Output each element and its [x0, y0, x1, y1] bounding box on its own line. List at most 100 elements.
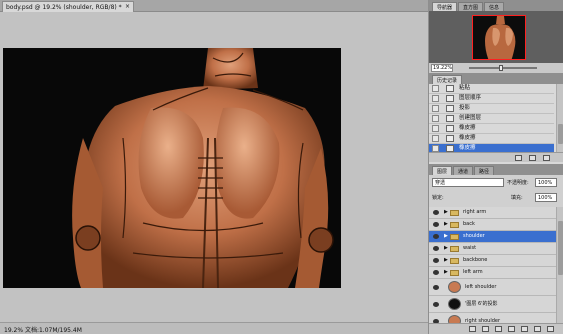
- layer-name: right arm: [463, 209, 487, 215]
- history-scrollbar[interactable]: [556, 84, 563, 156]
- fill-input[interactable]: 100%: [535, 193, 557, 202]
- tab-navigator[interactable]: 导航器: [432, 2, 458, 11]
- layers-list: ▶ right arm ▶ back ▶ shoulder ▶ waist ▶ …: [429, 207, 563, 323]
- layer-row[interactable]: '图层 6'的投影: [429, 296, 556, 313]
- layer-name: waist: [463, 245, 477, 251]
- tab-channels[interactable]: 通道: [453, 166, 474, 175]
- lock-label: 锁定:: [432, 195, 444, 201]
- history-tabs: 历史记录: [429, 73, 563, 84]
- layers-options: 穿透 不透明度: 100% 锁定: 填充: 100%: [429, 175, 563, 207]
- layer-style-icon[interactable]: [482, 326, 489, 332]
- history-item-label: 创建图层: [459, 115, 482, 121]
- layer-mask-icon[interactable]: [495, 326, 502, 332]
- new-group-icon[interactable]: [521, 326, 528, 332]
- expand-arrow-icon[interactable]: ▶: [444, 243, 448, 254]
- back-figure-image: [3, 48, 341, 288]
- layer-group-row[interactable]: ▶ backbone: [429, 255, 556, 267]
- eraser-icon: [446, 135, 454, 142]
- eye-icon[interactable]: [433, 210, 439, 215]
- blend-mode-select[interactable]: 穿透: [432, 178, 504, 187]
- opacity-label: 不透明度:: [507, 180, 529, 186]
- tab-histogram[interactable]: 直方图: [458, 2, 484, 11]
- layer-row[interactable]: right shoulder: [429, 313, 556, 323]
- expand-arrow-icon[interactable]: ▶: [444, 255, 448, 266]
- layer-group-row[interactable]: ▶ left arm: [429, 267, 556, 279]
- history-item[interactable]: 橡皮擦: [429, 124, 554, 134]
- eye-icon[interactable]: [433, 270, 439, 275]
- close-icon[interactable]: ×: [125, 3, 130, 10]
- eye-icon[interactable]: [433, 285, 439, 290]
- history-snapshot-checkbox[interactable]: [432, 135, 439, 142]
- eye-icon[interactable]: [433, 222, 439, 227]
- eye-icon[interactable]: [433, 258, 439, 263]
- zoom-input[interactable]: 19.22%: [431, 64, 453, 72]
- status-bar: 19.2% 文档:1.07M/195.4M: [0, 322, 428, 334]
- document-icon: [446, 95, 454, 102]
- history-item-label: 橡皮擦: [459, 135, 476, 141]
- history-item[interactable]: 橡皮擦: [429, 134, 554, 144]
- history-item-label: 图层顺序: [459, 95, 482, 101]
- trash-icon[interactable]: [547, 326, 554, 332]
- history-snapshot-checkbox[interactable]: [432, 115, 439, 122]
- history-snapshot-checkbox[interactable]: [432, 145, 439, 152]
- layer-group-row-active[interactable]: ▶ shoulder: [429, 231, 556, 243]
- history-item-label: 投影: [459, 105, 471, 111]
- zoom-slider-track[interactable]: [469, 67, 537, 69]
- opacity-input[interactable]: 100%: [535, 178, 557, 187]
- tab-layers[interactable]: 图层: [432, 166, 453, 175]
- history-item-label: 橡皮擦: [459, 145, 476, 151]
- fill-label: 填充:: [511, 195, 523, 201]
- new-snapshot-icon[interactable]: [515, 155, 522, 161]
- history-item[interactable]: 投影: [429, 104, 554, 114]
- tab-history[interactable]: 历史记录: [432, 75, 463, 84]
- document-area: body.psd @ 19.2% (shoulder, RGB/8) * × 1…: [0, 0, 428, 334]
- tab-info[interactable]: 信息: [484, 2, 505, 11]
- zoom-slider-knob[interactable]: [499, 65, 503, 71]
- image-canvas[interactable]: [3, 48, 341, 288]
- layers-scrollbar[interactable]: [556, 207, 563, 323]
- new-document-icon[interactable]: [529, 155, 536, 161]
- layers-scroll-thumb[interactable]: [558, 221, 563, 275]
- layer-group-row[interactable]: ▶ right arm: [429, 207, 556, 219]
- document-tab[interactable]: body.psd @ 19.2% (shoulder, RGB/8) * ×: [2, 1, 134, 12]
- layer-thumbnail: [448, 298, 461, 310]
- panel-dock: 导航器 直方图 信息 19.22% 历史记录 粘贴 图层顺序 投影 创建图层 橡…: [428, 0, 563, 334]
- document-icon: [446, 105, 454, 112]
- expand-arrow-icon[interactable]: ▶: [444, 231, 448, 242]
- history-item[interactable]: 图层顺序: [429, 94, 554, 104]
- eye-icon[interactable]: [433, 246, 439, 251]
- trash-icon[interactable]: [543, 155, 550, 161]
- history-scroll-thumb[interactable]: [558, 124, 563, 144]
- layers-footer: [429, 323, 563, 334]
- eye-icon[interactable]: [433, 234, 439, 239]
- history-item-label: 橡皮擦: [459, 125, 476, 131]
- history-snapshot-checkbox[interactable]: [432, 125, 439, 132]
- expand-arrow-icon[interactable]: ▶: [444, 207, 448, 218]
- layer-thumbnail: [448, 315, 461, 323]
- tab-paths[interactable]: 路径: [474, 166, 495, 175]
- folder-icon: [450, 222, 459, 228]
- expand-arrow-icon[interactable]: ▶: [444, 267, 448, 278]
- expand-arrow-icon[interactable]: ▶: [444, 219, 448, 230]
- layer-group-row[interactable]: ▶ back: [429, 219, 556, 231]
- link-layers-icon[interactable]: [469, 326, 476, 332]
- navigator-thumbnail[interactable]: [472, 15, 526, 60]
- history-item[interactable]: 粘贴: [429, 84, 554, 94]
- layer-row[interactable]: left shoulder: [429, 279, 556, 296]
- history-item-label: 粘贴: [459, 85, 471, 91]
- eraser-icon: [446, 125, 454, 132]
- folder-icon: [450, 234, 459, 240]
- layer-thumbnail: [448, 281, 461, 293]
- eye-icon[interactable]: [433, 302, 439, 307]
- document-icon: [446, 85, 454, 92]
- new-layer-icon[interactable]: [534, 326, 541, 332]
- navigator-preview: [429, 11, 563, 71]
- history-item[interactable]: 创建图层: [429, 114, 554, 124]
- adjustment-layer-icon[interactable]: [508, 326, 515, 332]
- history-snapshot-checkbox[interactable]: [432, 105, 439, 112]
- history-snapshot-checkbox[interactable]: [432, 95, 439, 102]
- layer-name: back: [463, 221, 475, 227]
- folder-icon: [450, 210, 459, 216]
- layer-group-row[interactable]: ▶ waist: [429, 243, 556, 255]
- history-snapshot-checkbox[interactable]: [432, 85, 439, 92]
